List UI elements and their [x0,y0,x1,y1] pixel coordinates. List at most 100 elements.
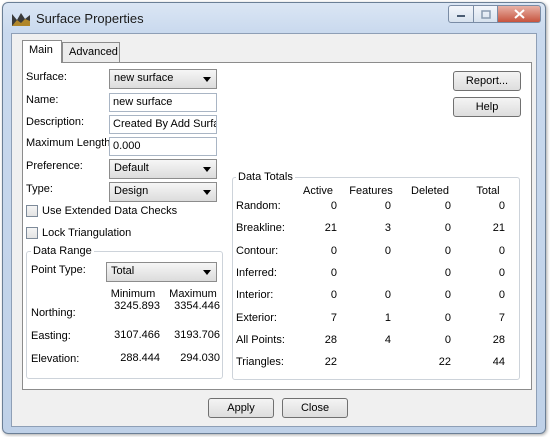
app-icon [12,13,30,26]
report-button[interactable]: Report... [453,71,521,91]
interior-deleted-value: 0 [444,289,451,302]
northing-max: 3354.446 [174,300,220,312]
exterior-features-value: 1 [384,311,391,324]
maximum-header: Maximum [169,288,217,300]
apply-button[interactable]: Apply [208,398,274,418]
elevation-label: Elevation: [31,353,80,365]
chevron-down-icon [203,190,211,195]
random-total-value: 0 [498,200,505,212]
contour-row-label: Contour: [236,244,279,257]
exterior-total-value: 7 [498,311,505,324]
features-header: Features [349,185,393,197]
inferred-row-label: Inferred: [236,266,277,279]
exterior-active-value: 7 [330,311,337,324]
interior-active-value: 0 [330,289,337,302]
lock-triangulation-checkbox[interactable]: Lock Triangulation [26,227,131,239]
minimize-icon [457,15,465,17]
breakline-active-value: 21 [324,222,337,235]
allpoints-active-value: 28 [324,333,337,346]
title-bar[interactable]: Surface Properties [3,3,545,33]
maximum-length-label: Maximum Length: [26,137,114,149]
chevron-down-icon [203,167,211,172]
triangles-row-label: Triangles: [236,356,284,369]
data-totals-group: Data Totals Active Features Deleted Tota… [232,171,520,380]
name-field[interactable]: new surface [109,93,217,112]
triangles-total-value: 44 [492,356,505,369]
surface-dropdown-value: new surface [114,72,174,84]
northing-label: Northing: [31,307,76,319]
data-range-group: Data Range Point Type: Total Minimum Max… [26,245,223,379]
surface-label: Surface: [26,71,67,83]
chevron-down-icon [203,77,211,82]
deleted-header: Deleted [411,185,449,197]
surface-dropdown[interactable]: new surface [109,69,217,89]
random-features-value: 0 [384,200,391,212]
preference-dropdown-value: Default [114,162,149,174]
maximum-length-field[interactable]: 0.000 [109,137,217,156]
data-range-title: Data Range [31,245,94,257]
tab-advanced[interactable]: Advanced [62,42,120,62]
point-type-dropdown[interactable]: Total [106,262,217,282]
inferred-active-value: 0 [330,266,337,279]
allpoints-deleted-value: 0 [444,333,451,346]
inferred-deleted-value: 0 [444,266,451,279]
extended-data-checks-label: Use Extended Data Checks [42,205,178,217]
easting-min: 3107.466 [114,329,160,341]
elevation-max: 294.030 [180,352,220,364]
checkbox-box [26,227,38,239]
inferred-total-value: 0 [498,266,505,279]
breakline-features-value: 3 [384,222,391,235]
easting-label: Easting: [31,330,71,342]
close-button[interactable]: Close [282,398,348,418]
allpoints-total-value: 28 [492,333,505,346]
minimize-button[interactable] [448,5,474,23]
tab-main[interactable]: Main [22,40,62,63]
data-totals-title: Data Totals [236,171,295,183]
breakline-row-label: Breakline: [236,222,285,235]
allpoints-features-value: 4 [384,333,391,346]
description-field[interactable]: Created By Add Surface [109,115,217,134]
random-row-label: Random: [236,200,281,212]
checkbox-box [26,205,38,217]
contour-total-value: 0 [498,244,505,257]
minimum-header: Minimum [110,288,156,300]
extended-data-checks-checkbox[interactable]: Use Extended Data Checks [26,205,177,217]
easting-max: 3193.706 [174,329,220,341]
exterior-deleted-value: 0 [444,311,451,324]
active-header: Active [303,185,333,197]
maximize-icon [480,9,491,19]
contour-features-value: 0 [384,244,391,257]
northing-min: 3245.893 [114,300,160,312]
lock-triangulation-label: Lock Triangulation [42,227,132,239]
chevron-down-icon [203,270,211,275]
interior-total-value: 0 [498,289,505,302]
elevation-min: 288.444 [120,352,160,364]
triangles-active-value: 22 [324,356,337,369]
close-window-button[interactable] [497,5,541,23]
contour-active-value: 0 [330,244,337,257]
preference-dropdown[interactable]: Default [109,159,217,179]
name-label: Name: [26,94,59,106]
random-deleted-value: 0 [444,200,451,212]
random-active-value: 0 [330,200,337,212]
type-dropdown-value: Design [114,185,149,197]
triangles-deleted-value: 22 [438,356,451,369]
help-button[interactable]: Help [453,97,521,117]
breakline-deleted-value: 0 [444,222,451,235]
breakline-total-value: 21 [492,222,505,235]
allpoints-row-label: All Points: [236,333,285,346]
interior-row-label: Interior: [236,289,274,302]
maximize-button[interactable] [473,5,498,23]
contour-deleted-value: 0 [444,244,451,257]
dialog-client-area: Advanced Main Surface: new surface Name:… [11,33,537,427]
point-type-dropdown-value: Total [111,265,135,277]
main-tab-panel: Surface: new surface Name: new surface D… [22,62,532,390]
interior-features-value: 0 [384,289,391,302]
type-label: Type: [26,183,53,195]
close-icon [513,9,525,19]
window-title: Surface Properties [36,11,144,26]
preference-label: Preference: [26,160,83,172]
type-dropdown[interactable]: Design [109,182,217,202]
point-type-label: Point Type: [31,264,86,276]
total-header: Total [476,185,500,197]
